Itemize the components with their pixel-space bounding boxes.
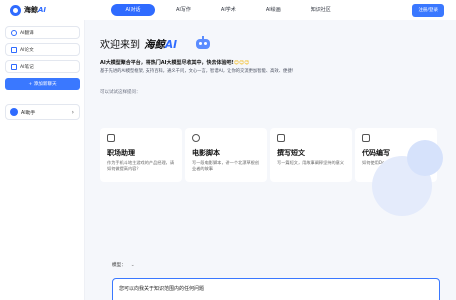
sidebar-item-label: AI翻译 [20,30,34,36]
ai-assistant-item[interactable]: AI助手 › [5,104,80,120]
card-description: 作为手机斗地主游戏的产品经理，请如何做提高内容？ [107,160,175,171]
login-button[interactable]: 注册/登录 [412,4,444,17]
welcome-text: 欢迎来到 [100,40,140,51]
top-navigation-bar: 海鲸AI AI对话 AI写作 AI学术 AI绘画 知识社区 注册/登录 [0,0,456,20]
chevron-right-icon: › [71,108,74,116]
decorative-background-shape [342,140,452,230]
description-text: 基于先进的AI模型框架, 支持百科，通义千问，文心一言，智谱AI，让你的交流更加… [100,69,296,74]
brand-title: 海鲸AI [144,39,178,51]
card-title: 电影脚本 [192,149,220,157]
sidebar-item-ai-translate[interactable]: AI翻译 [5,26,80,39]
sidebar-item-label: AI论文 [20,47,34,53]
intro-text: AI大模型聚合平台，将热门AI大模型尽收其中，快去体验吧!😊😊😊 [100,60,250,66]
chevron-down-icon: ⌄ [130,262,135,268]
sidebar: AI翻译 AI论文 AI笔记 + 添加新聊天 AI助手 › [0,20,85,300]
card-title: 撰写短文 [277,149,305,157]
pen-icon [277,134,285,142]
suggestion-card-short-essay[interactable]: 撰写短文 写一篇短文，用故事阐释坚持的意义 [270,128,352,182]
nav-ai-painting[interactable]: AI绘画 [257,4,290,16]
suggestion-heading: 可以试试这样提问： [100,90,141,95]
suggestion-card-movie-script[interactable]: 电影脚本 写一段电影脚本，讲一个北漂草根创业者的故事 [185,128,267,182]
note-icon [11,63,17,70]
new-chat-button[interactable]: + 添加新聊天 [5,78,80,90]
suggestion-card-workplace[interactable]: 职场助理 作为手机斗地主游戏的产品经理，请如何做提高内容？ [100,128,182,182]
nav-ai-chat[interactable]: AI对话 [111,4,155,16]
logo[interactable]: 海鲸AI [10,4,100,16]
smile-emoji-icon: 😊😊😊 [233,60,250,66]
sidebar-item-label: AI笔记 [20,64,34,70]
assistant-avatar-icon [10,108,18,116]
logo-text: 海鲸AI [24,6,47,14]
model-label: 模型： [112,263,126,268]
robot-icon [195,36,211,49]
model-selector[interactable]: 模型： ⌄ [112,262,135,269]
main-nav: AI对话 AI写作 AI学术 AI绘画 知识社区 [111,4,352,16]
chat-input[interactable]: 您可以向我关于知识范围内的任何问题 [112,278,440,300]
briefcase-icon [107,134,115,142]
main-content: 欢迎来到 海鲸AI AI大模型聚合平台，将热门AI大模型尽收其中，快去体验吧!😊… [85,20,456,300]
whale-logo-icon [10,4,21,16]
nav-ai-writing[interactable]: AI写作 [167,4,200,16]
sidebar-item-ai-notes[interactable]: AI笔记 [5,60,80,73]
sidebar-item-ai-paper[interactable]: AI论文 [5,43,80,56]
paper-icon [11,46,17,53]
nav-knowledge-community[interactable]: 知识社区 [302,4,340,16]
assistant-label: AI助手 [21,110,36,116]
film-icon [192,134,200,142]
welcome-heading: 欢迎来到 海鲸AI [100,36,177,52]
nav-ai-academic[interactable]: AI学术 [212,4,245,16]
card-description: 写一篇短文，用故事阐释坚持的意义 [277,160,345,165]
card-title: 职场助理 [107,149,135,157]
translate-icon [11,29,17,36]
card-description: 写一段电影脚本，讲一个北漂草根创业者的故事 [192,160,260,171]
